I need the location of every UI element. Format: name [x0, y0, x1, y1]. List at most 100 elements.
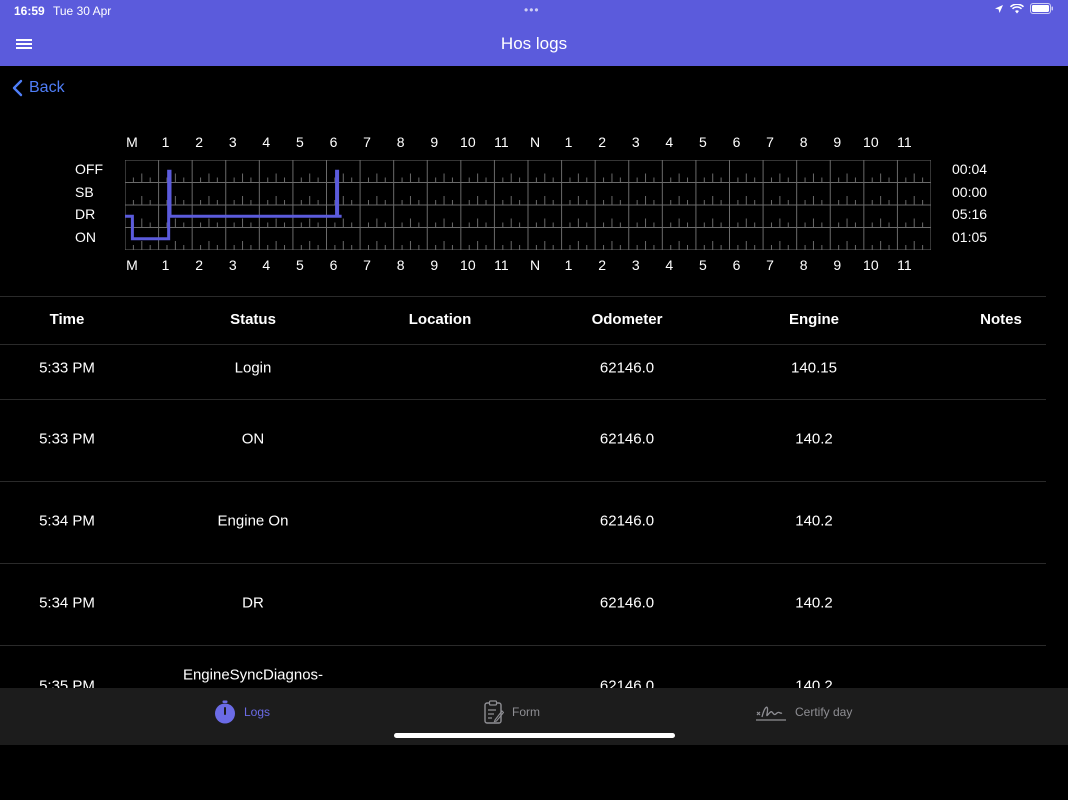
- hour-label-top: 7: [766, 134, 774, 150]
- page-title: Hos logs: [500, 34, 568, 53]
- column-header-location[interactable]: Location: [409, 311, 472, 328]
- hour-label-bottom: 3: [631, 257, 640, 273]
- cell-engine: 140.2: [795, 430, 833, 448]
- status-total-dr: 05:16: [952, 206, 988, 222]
- table-row[interactable]: 5:33 PM Login 62146.0 140.15: [0, 345, 1046, 400]
- table-header: Time Status Location Odometer Engine Notes: [0, 300, 1046, 345]
- cell-status: Login: [234, 359, 272, 377]
- hour-label-bottom: M: [126, 257, 138, 273]
- hour-label-bottom: 2: [195, 257, 204, 273]
- location-arrow-icon: [995, 4, 1003, 13]
- cell-odometer: 62146.0: [599, 359, 655, 377]
- status-total-off: 00:04: [952, 161, 988, 177]
- hour-label-top: 9: [430, 134, 439, 150]
- hour-label-bottom: 1: [564, 257, 573, 273]
- hour-label-top: 2: [598, 134, 607, 150]
- hour-label-bottom: 5: [699, 257, 707, 273]
- hour-label-bottom: 11: [897, 257, 912, 273]
- hour-label-bottom: 6: [329, 257, 338, 273]
- hour-label-bottom: 2: [598, 257, 607, 273]
- column-header-time[interactable]: Time: [50, 311, 85, 328]
- hour-label-top: 4: [665, 134, 674, 150]
- home-indicator[interactable]: [394, 733, 675, 738]
- signature-icon: [756, 706, 786, 721]
- hour-label-bottom: 8: [799, 257, 808, 273]
- cell-time: 5:33 PM: [39, 430, 95, 448]
- hour-label-top: 3: [631, 134, 640, 150]
- hour-label-top: 11: [897, 134, 912, 150]
- hos-log-graph: M 1 2 3 4 5 6 7 8 9 10 11 N 1 2 3 4 5 6 7 8 9 10 11 M 1 2 3 4 5 6 7 8 9 1…: [0, 120, 1068, 280]
- battery-icon: [1030, 3, 1053, 14]
- cell-engine: 140.2: [795, 594, 833, 612]
- hour-label-bottom: 3: [228, 257, 237, 273]
- cell-time: 5:34 PM: [39, 594, 95, 612]
- multitasking-dots-icon[interactable]: •••: [524, 3, 540, 17]
- hour-label-top: M: [126, 134, 138, 150]
- hour-label-top: 6: [732, 134, 741, 150]
- clipboard-icon: [484, 700, 504, 724]
- hour-label-top: 7: [363, 134, 371, 150]
- hour-label-bottom: N: [529, 257, 541, 273]
- cell-status: EngineSyncDiagnos-: [182, 666, 324, 684]
- hour-label-top: 8: [799, 134, 808, 150]
- cell-engine: 140.2: [795, 677, 833, 689]
- hour-label-bottom: 7: [363, 257, 371, 273]
- hour-label-bottom: 1: [161, 257, 170, 273]
- cell-status: ON: [241, 430, 265, 448]
- hour-label-top: 9: [833, 134, 842, 150]
- stopwatch-icon: [215, 700, 235, 724]
- back-button[interactable]: Back: [12, 79, 65, 97]
- hour-label-bottom: 9: [430, 257, 439, 273]
- table-row[interactable]: 5:34 PM Engine On 62146.0 140.2: [0, 482, 1046, 564]
- table-row[interactable]: 5:34 PM DR 62146.0 140.2: [0, 564, 1046, 646]
- tab-form[interactable]: Form: [484, 700, 540, 724]
- table-row[interactable]: 5:35 PM EngineSyncDiagnos- 62146.0 140.2: [0, 646, 1046, 689]
- status-indicators: [994, 3, 1054, 14]
- tab-label-logs: Logs: [244, 705, 271, 719]
- cell-time: 5:35 PM: [39, 677, 95, 689]
- status-total-sb: 00:00: [952, 183, 988, 200]
- column-header-engine[interactable]: Engine: [789, 311, 839, 328]
- hour-label-bottom: 11: [494, 257, 509, 273]
- cell-time: 5:33 PM: [39, 359, 95, 377]
- hour-label-top: 10: [863, 134, 879, 150]
- cell-status: Engine On: [217, 512, 289, 530]
- duty-grid: [125, 160, 931, 250]
- hour-label-bottom: 4: [262, 257, 271, 273]
- status-label-sb: SB: [75, 183, 94, 200]
- tab-label-form: Form: [512, 705, 540, 719]
- status-total-on: 01:05: [952, 228, 988, 245]
- hour-label-bottom: 8: [396, 257, 405, 273]
- header: 16:59 Tue 30 Apr ••• Hos logs: [0, 0, 1068, 66]
- divider: [0, 296, 1046, 297]
- column-header-status[interactable]: Status: [230, 311, 276, 328]
- log-table: 5:33 PM Login 62146.0 140.15 5:33 PM ON 62146.…: [0, 345, 1068, 688]
- cell-status: DR: [242, 594, 264, 612]
- hour-label-top: 5: [699, 134, 707, 150]
- status-label-on: ON: [75, 228, 96, 245]
- hour-label-top: 11: [494, 134, 509, 150]
- hour-label-top: 1: [161, 134, 170, 150]
- hour-label-bottom: 10: [460, 257, 476, 273]
- hour-label-top: 2: [195, 134, 204, 150]
- tab-logs[interactable]: Logs: [214, 700, 270, 724]
- status-label-dr: DR: [75, 206, 96, 222]
- column-header-odometer[interactable]: Odometer: [592, 311, 663, 328]
- hour-label-top: 1: [564, 134, 573, 150]
- hour-label-top: 4: [262, 134, 271, 150]
- cell-odometer: 62146.0: [599, 677, 655, 689]
- table-row[interactable]: 5:33 PM ON 62146.0 140.2: [0, 400, 1046, 482]
- tab-certify-day[interactable]: Certify day: [755, 700, 852, 724]
- status-label-off: OFF: [75, 161, 103, 177]
- cell-odometer: 62146.0: [599, 512, 655, 530]
- cell-odometer: 62146.0: [599, 430, 655, 448]
- tab-label-certify-day: Certify day: [795, 705, 853, 719]
- wifi-icon: [1010, 3, 1024, 13]
- hour-label-bottom: 4: [665, 257, 674, 273]
- chevron-left-icon: [12, 79, 23, 97]
- status-date: Tue 30 Apr: [53, 4, 112, 18]
- hour-label-top: 5: [296, 134, 304, 150]
- hour-label-bottom: 10: [863, 257, 879, 273]
- column-header-notes[interactable]: Notes: [980, 311, 1022, 328]
- back-label: Back: [29, 79, 65, 96]
